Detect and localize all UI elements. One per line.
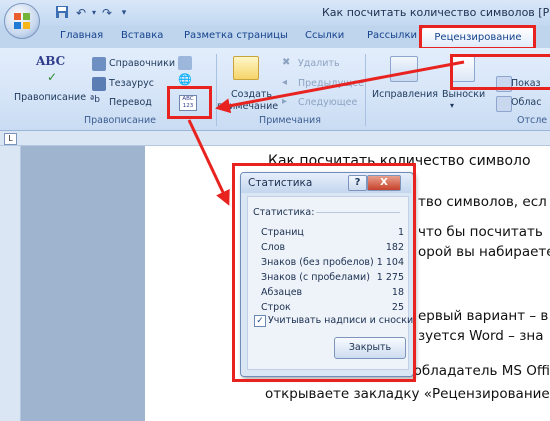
office-logo-icon [14, 13, 30, 29]
arrow-to-dialog [187, 119, 230, 206]
dialog-highlight [232, 163, 416, 382]
office-button[interactable] [4, 3, 40, 39]
arrow-to-word-count [215, 60, 465, 114]
